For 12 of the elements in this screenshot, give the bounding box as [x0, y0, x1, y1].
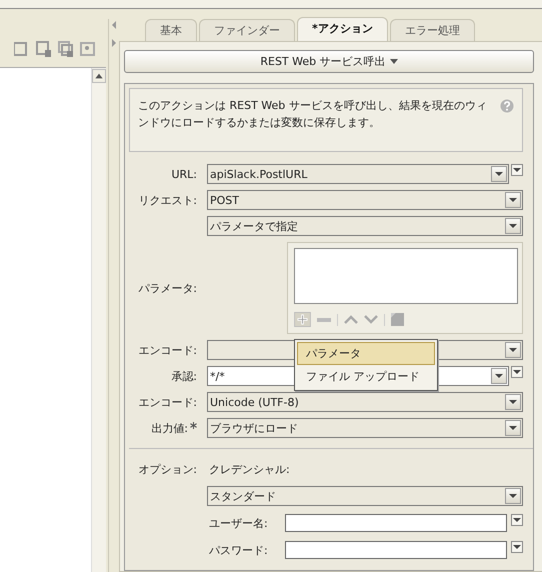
field-label: オプション: [138, 462, 197, 476]
field-label: 承認: [171, 368, 197, 384]
description-text: このアクションは REST Web サービスを呼び出し、結果を現在のウィンドウにロードするかまたは変数に保存します。 [138, 98, 488, 131]
field-label: リクエスト: [138, 192, 197, 208]
field-label: パスワード: [208, 542, 269, 558]
field-label: ユーザー名: [208, 516, 269, 530]
field-label: エンコード: [138, 342, 197, 358]
field-label: URL: [171, 168, 197, 180]
field-label: エンコード: [138, 394, 197, 410]
field-label: パラメータ: [138, 280, 197, 296]
field-label: クレデンシャル: [208, 462, 290, 476]
field-label: 出力値: [151, 420, 188, 436]
